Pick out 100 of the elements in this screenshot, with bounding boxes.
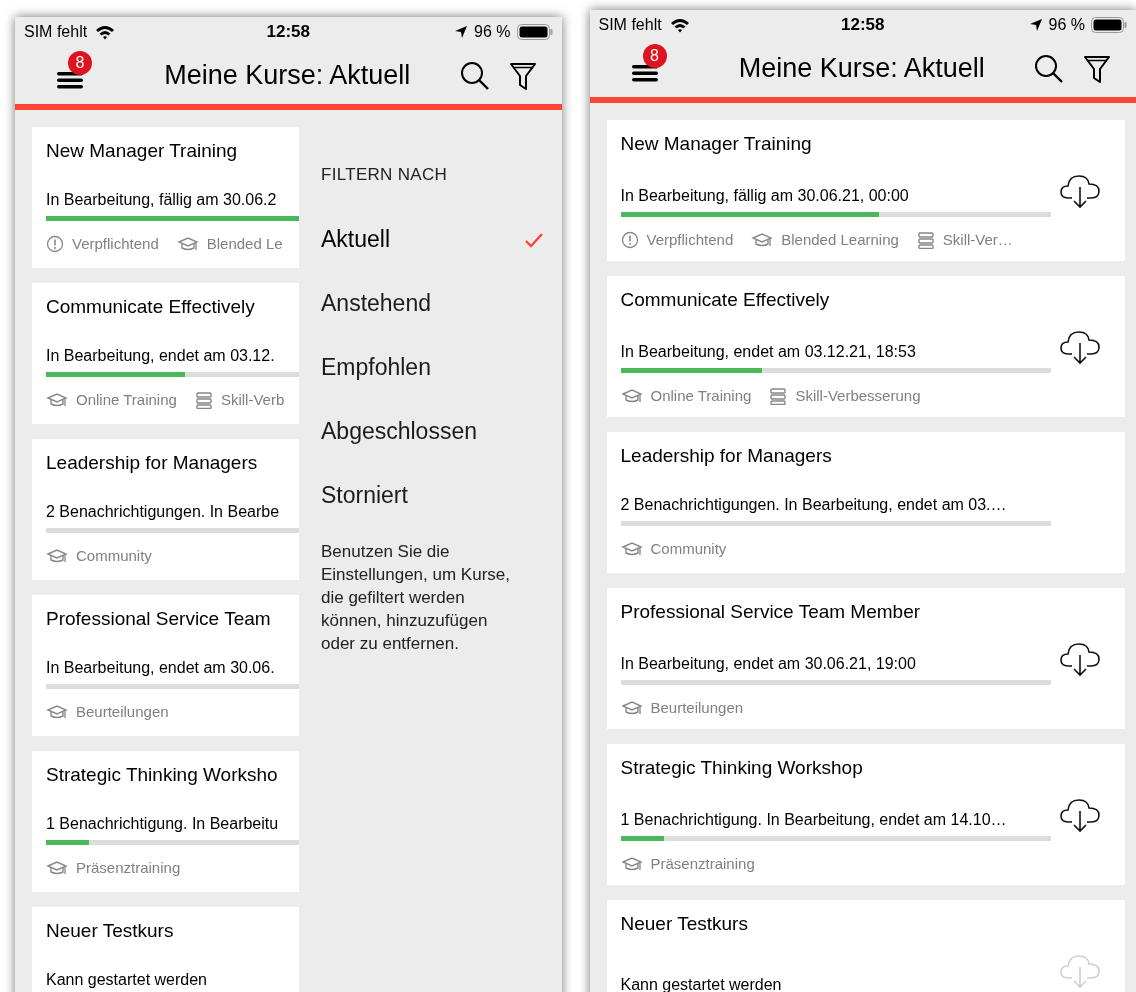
filter-option[interactable]: Abgeschlossen — [321, 399, 544, 464]
battery-percentage: 96 % — [474, 22, 511, 42]
stack-icon — [916, 230, 935, 249]
screen-title: Meine Kurse: Aktuell — [163, 59, 412, 93]
course-tag: Beurteilungen — [650, 696, 744, 719]
course-tag: Verpflichtend — [72, 232, 159, 255]
course-title: New Manager Training — [46, 139, 239, 163]
course-tag: Community — [650, 537, 727, 560]
course-tag: Online Training — [76, 388, 177, 411]
course-tag: Skill-Verb — [220, 388, 285, 411]
course-card[interactable]: Neuer Testkurs Kann gestartet werden — [606, 900, 1125, 992]
wifi-icon — [669, 17, 690, 33]
course-tag: Skill-Verbesserung — [795, 384, 921, 407]
course-card[interactable]: New Manager Training In Bearbeitung, fällig am 30.06.21, 00:00 Verpflichtend Blended Learning Skill-Ver… — [606, 120, 1125, 261]
course-title: Leadership for Managers — [46, 451, 259, 475]
graduation-cap-icon — [620, 539, 643, 558]
course-status: Kann gestartet werden — [46, 969, 208, 990]
cloud-download-icon — [1058, 328, 1101, 365]
graduation-cap-icon — [46, 858, 68, 877]
notification-badge: 8 — [642, 43, 667, 68]
wifi-icon — [95, 24, 116, 40]
course-card[interactable]: Communicate Effectively In Bearbeitung, endet am 03.12. Online Training Skill-Verb — [32, 283, 299, 424]
filter-option[interactable]: Aktuell — [321, 207, 544, 272]
course-title: Professional Service Team — [46, 607, 272, 631]
course-card[interactable]: Professional Service Team In Bearbeitung, endet am 30.06. Beurteilungen — [32, 595, 299, 736]
course-status: 1 Benachrichtigung. In Bearbeitu — [46, 813, 280, 834]
cloud-download-icon — [1058, 952, 1101, 989]
course-status: 1 Benachrichtigung. In Bearbeitung, endet am 14.10… — [620, 809, 1008, 830]
course-card[interactable]: Professional Service Team Member In Bearbeitung, endet am 30.06.21, 19:00 Beurteilungen — [606, 588, 1125, 729]
cloud-download-icon — [1058, 640, 1101, 677]
course-card[interactable]: Leadership for Managers 2 Benachrichtigungen. In Bearbeitung, endet am 03.… Community — [606, 432, 1125, 573]
course-card[interactable]: Neuer Testkurs Kann gestartet werden — [32, 907, 299, 992]
filter-option[interactable]: Anstehend — [321, 271, 544, 336]
location-arrow-icon — [1028, 18, 1043, 32]
course-status: In Bearbeitung, endet am 03.12.21, 18:53 — [620, 341, 917, 362]
course-title: Strategic Thinking Workshop — [620, 756, 864, 780]
course-title: Leadership for Managers — [620, 444, 833, 468]
battery-icon — [1091, 17, 1127, 33]
graduation-cap-icon — [46, 546, 68, 565]
course-status: In Bearbeitung, endet am 03.12. — [46, 345, 276, 366]
clock-time: 12:58 — [840, 14, 886, 37]
warning-icon — [620, 230, 639, 249]
filter-hint: Benutzen Sie die Einstellungen, um Kurse, die gefiltert werden können, hinzuzufügen oder zu entfernen. — [321, 540, 511, 655]
filter-option[interactable]: Empfohlen — [321, 335, 544, 400]
filter-option[interactable]: Storniert — [321, 463, 544, 528]
checkmark-icon — [523, 231, 544, 248]
graduation-cap-icon — [751, 230, 774, 249]
clock-time: 12:58 — [265, 21, 311, 44]
course-status: 2 Benachrichtigungen. In Bearbe — [46, 501, 281, 522]
course-tag: Community — [76, 544, 152, 567]
course-tag: Skill-Ver… — [942, 228, 1013, 251]
course-card[interactable]: Strategic Thinking Workshop 1 Benachrichtigung. In Bearbeitung, endet am 14.10… Präsenztraining — [606, 744, 1125, 885]
graduation-cap-icon — [176, 234, 199, 253]
download-button[interactable] — [1058, 796, 1101, 833]
filter-icon — [508, 60, 537, 91]
screen-title: Meine Kurse: Aktuell — [737, 52, 986, 86]
stack-icon — [769, 386, 788, 405]
download-button[interactable] — [1058, 640, 1101, 677]
course-title: Communicate Effectively — [46, 295, 256, 319]
graduation-cap-icon — [620, 386, 643, 405]
course-card[interactable]: Communicate Effectively In Bearbeitung, endet am 03.12.21, 18:53 Online Training Skill-Verbesserung — [606, 276, 1125, 417]
course-status: Kann gestartet werden — [620, 974, 783, 992]
download-button[interactable] — [1058, 172, 1101, 209]
course-tag: Präsenztraining — [650, 852, 755, 875]
cloud-download-icon — [1058, 796, 1101, 833]
course-tag: Beurteilungen — [76, 700, 169, 723]
course-tag: Blended Le — [206, 232, 283, 255]
battery-percentage: 96 % — [1048, 15, 1085, 35]
course-card[interactable]: Leadership for Managers 2 Benachrichtigungen. In Bearbe Community — [32, 439, 299, 580]
graduation-cap-icon — [46, 702, 68, 721]
carrier-label: SIM fehlt — [24, 22, 88, 42]
carrier-label: SIM fehlt — [598, 15, 662, 35]
graduation-cap-icon — [620, 698, 643, 717]
course-title: Communicate Effectively — [620, 288, 831, 312]
filter-heading: FILTERN NACH — [321, 164, 449, 186]
course-status: In Bearbeitung, fällig am 30.06.21, 00:00 — [620, 185, 910, 206]
course-tag: Online Training — [650, 384, 752, 407]
notification-badge: 8 — [68, 50, 92, 75]
course-status: In Bearbeitung, endet am 30.06.21, 19:00 — [620, 653, 917, 674]
warning-icon — [46, 234, 64, 253]
download-button[interactable] — [1058, 328, 1101, 365]
search-icon — [1034, 53, 1064, 84]
course-card[interactable]: New Manager Training In Bearbeitung, fällig am 30.06.2 Verpflichtend Blended Le — [32, 127, 299, 268]
course-status: In Bearbeitung, fällig am 30.06.2 — [46, 189, 278, 210]
course-title: Neuer Testkurs — [46, 919, 175, 943]
battery-icon — [516, 24, 553, 40]
course-card[interactable]: Strategic Thinking Worksho 1 Benachrichtigung. In Bearbeitu Präsenztraining — [32, 751, 299, 892]
graduation-cap-icon — [46, 390, 68, 409]
stack-icon — [194, 390, 213, 409]
course-tag: Präsenztraining — [76, 856, 181, 879]
course-title: Professional Service Team Member — [620, 600, 922, 624]
course-title: New Manager Training — [620, 132, 813, 156]
course-status: 2 Benachrichtigungen. In Bearbeitung, endet am 03.… — [620, 494, 1008, 515]
location-arrow-icon — [454, 25, 469, 39]
course-title: Strategic Thinking Worksho — [46, 763, 279, 787]
course-status: In Bearbeitung, endet am 30.06. — [46, 657, 276, 678]
filter-icon — [1083, 53, 1111, 84]
course-title: Neuer Testkurs — [620, 912, 749, 936]
search-icon — [459, 60, 490, 91]
cloud-download-icon — [1058, 172, 1101, 209]
